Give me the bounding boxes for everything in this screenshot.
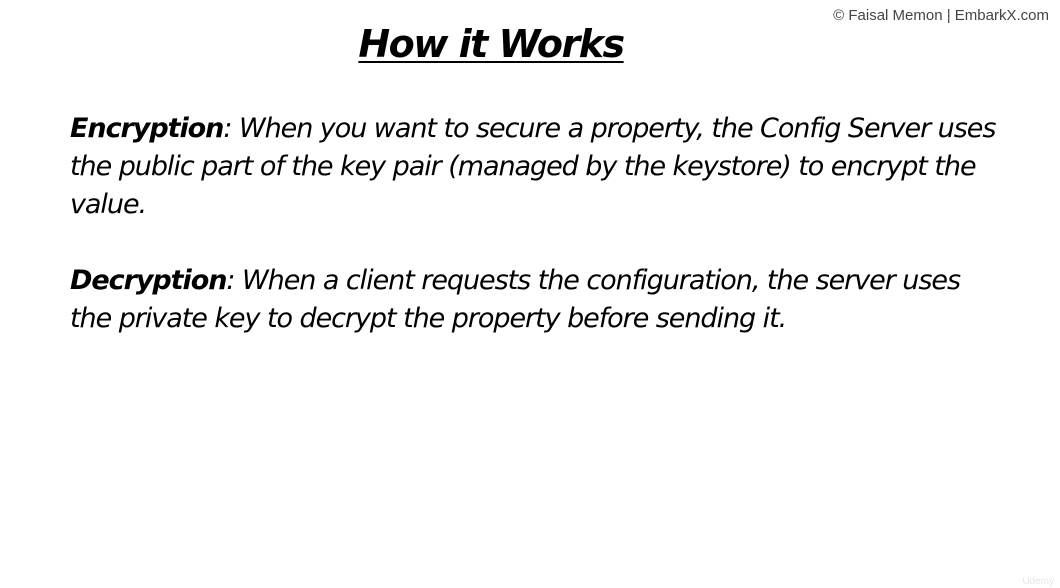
slide-title: How it Works [358,22,625,66]
decryption-term: Decryption [70,265,227,296]
encryption-paragraph: Encryption: When you want to secure a pr… [70,110,1000,224]
decryption-paragraph: Decryption: When a client requests the c… [70,262,1000,338]
encryption-term: Encryption [70,113,224,144]
slide-content: Encryption: When you want to secure a pr… [70,110,1000,376]
udemy-watermark: Udemy [1022,576,1054,587]
